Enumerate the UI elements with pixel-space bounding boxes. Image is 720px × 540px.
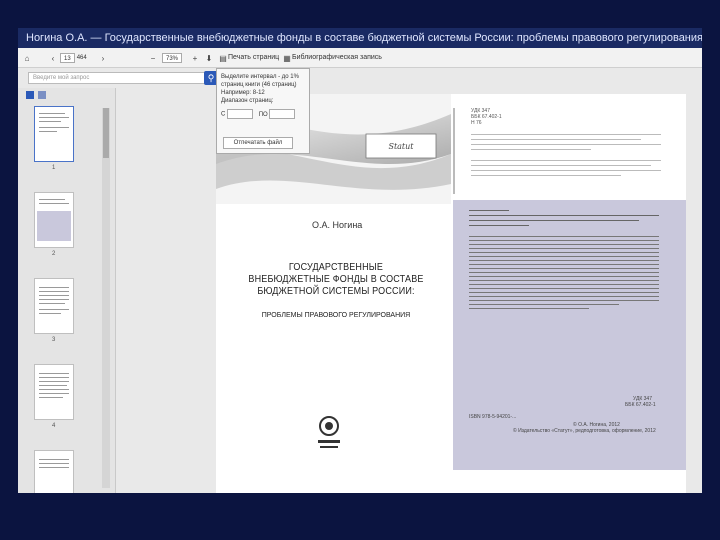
scrollbar-thumb[interactable] [103, 108, 109, 158]
print-label: Печать страниц [228, 54, 280, 61]
cover-title: ГОСУДАРСТВЕННЫЕ ВНЕБЮДЖЕТНЫЕ ФОНДЫ В СОС… [248, 262, 424, 297]
biblio-label: Библиографическая запись [292, 54, 382, 61]
thumbnail-number: 2 [52, 251, 56, 257]
print-button[interactable]: ▤ Печать страниц [218, 52, 279, 64]
cover-author: О.А. Ногина [312, 220, 363, 230]
chevron-left-icon: ‹ [51, 54, 55, 63]
imprint-code: Н 76 [471, 120, 482, 126]
thumbnail-scrollbar[interactable] [102, 108, 110, 488]
next-page-button[interactable]: › [98, 52, 108, 64]
zoom-level[interactable]: 73% [162, 52, 183, 64]
page-from-field[interactable] [227, 109, 254, 119]
list-view-icon[interactable] [38, 91, 46, 99]
reader-app: ⌂ ‹ 13 464 › − 73% + ⬇ ▤ Печать страниц … [18, 48, 702, 493]
search-icon: ⚲ [207, 73, 215, 83]
thumbnail-page[interactable] [34, 278, 74, 334]
search-bar: Введите мой запрос ⚲ [18, 70, 218, 86]
toolbar: ⌂ ‹ 13 464 › − 73% + ⬇ ▤ Печать страниц … [18, 48, 702, 68]
thumbnail-page[interactable] [34, 450, 74, 493]
selection-highlight: УДК 347 ББК 67.402-1 ISBN 978-5-94201-..… [453, 200, 686, 470]
thumbnail-page[interactable] [34, 192, 74, 248]
thumbnail-number: 1 [52, 165, 56, 171]
slide-frame: Ногина О.А. — Государственные внебюджетн… [0, 0, 720, 540]
zoom-out-button[interactable]: − [148, 52, 158, 64]
imprint-isbn: ISBN 978-5-94201-... [469, 414, 517, 420]
download-icon: ⬇ [205, 54, 213, 63]
to-label: ПО [258, 111, 268, 118]
prev-page-button[interactable]: ‹ [48, 52, 58, 64]
thumbnail-page[interactable] [34, 106, 74, 162]
imprint-copyright2: © Издательство «Статут», редподготовка, … [513, 428, 656, 434]
thumbnail-number: 3 [52, 337, 56, 343]
chevron-right-icon: › [101, 54, 105, 63]
search-input[interactable]: Введите мой запрос [28, 72, 208, 84]
dropdown-line: Выделите интервал - до 1% [221, 74, 299, 80]
imprint-bbk-bottom: ББК 67.402-1 [625, 402, 656, 408]
thumbnail-sidebar: 1 2 3 4 [18, 88, 116, 493]
highlight-text-block [469, 210, 659, 312]
cover-subtitle: ПРОБЛЕМЫ ПРАВОВОГО РЕГУЛИРОВАНИЯ [261, 312, 411, 319]
from-label: С [221, 111, 226, 118]
page-total: 464 [76, 55, 87, 61]
page-to-field[interactable] [269, 109, 296, 119]
imprint-page: УДК 347 ББК 67.402-1 Н 76 УДК 347 ББК 67… [451, 94, 686, 493]
dropdown-line: Например: 8-12 [221, 90, 265, 96]
bookmark-icon: ▦ [283, 54, 291, 63]
print-dropdown: Выделите интервал - до 1% страниц книги … [216, 68, 310, 154]
home-icon: ⌂ [24, 54, 30, 63]
sidebar-view-tools [18, 88, 115, 102]
imprint-text-block [471, 134, 661, 180]
dropdown-line: страниц книги (46 страниц) [221, 82, 297, 88]
plus-icon: + [192, 54, 198, 63]
publisher-logo [318, 416, 340, 448]
thumbnail-number: 4 [52, 423, 56, 429]
download-button[interactable]: ⬇ [204, 52, 214, 64]
print-file-button[interactable]: Отпечатать файл [223, 137, 293, 149]
home-button[interactable]: ⌂ [22, 52, 32, 64]
page-current-field[interactable]: 13 [60, 53, 75, 63]
grid-view-icon[interactable] [26, 91, 34, 99]
zoom-value[interactable]: 73% [162, 53, 183, 63]
dropdown-line: Диапазон страниц: [221, 98, 274, 104]
minus-icon: − [150, 54, 156, 63]
window-title: Ногина О.А. — Государственные внебюджетн… [18, 28, 702, 48]
svg-text:Statut: Statut [388, 142, 414, 151]
page-selector[interactable]: 13 464 [60, 52, 87, 64]
thumbnail-page[interactable] [34, 364, 74, 420]
zoom-in-button[interactable]: + [190, 52, 200, 64]
biblio-button[interactable]: ▦ Библиографическая запись [282, 52, 382, 64]
printer-icon: ▤ [219, 54, 227, 63]
